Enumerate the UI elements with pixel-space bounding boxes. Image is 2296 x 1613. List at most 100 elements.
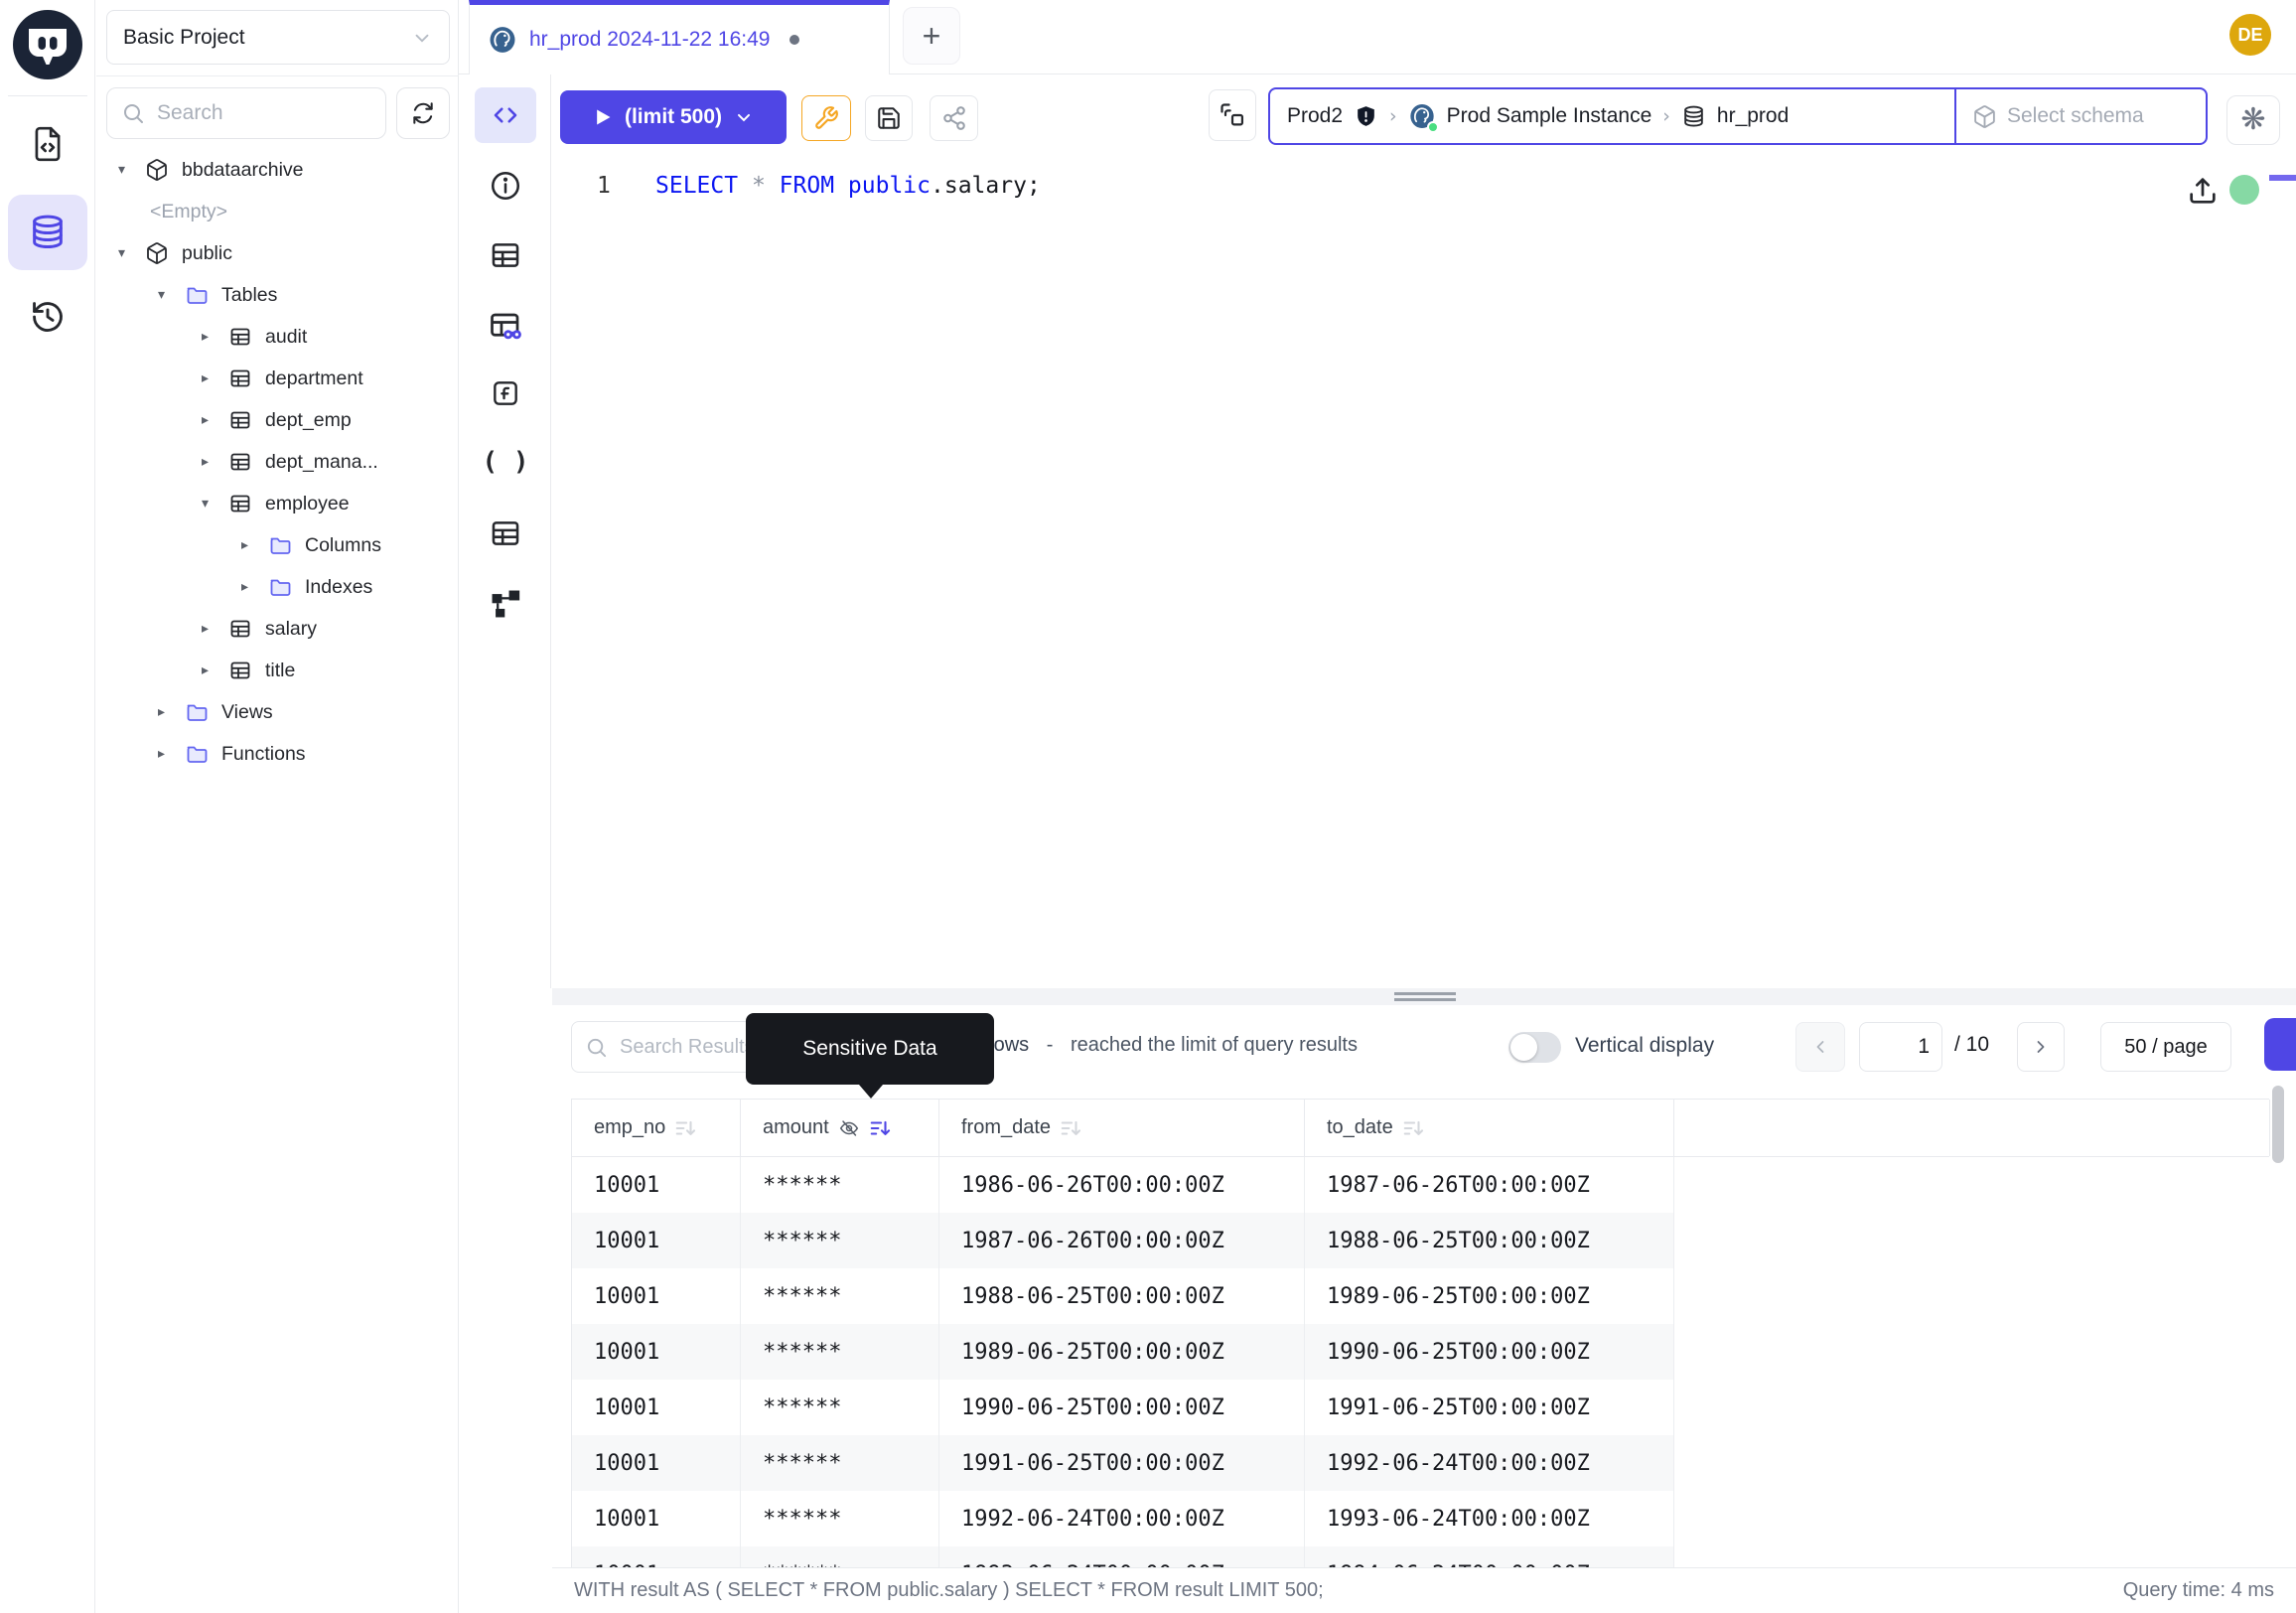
table-cell — [1674, 1157, 2269, 1213]
connection-button[interactable] — [1209, 89, 1256, 141]
page-size-select[interactable]: 50 / page — [2100, 1022, 2231, 1072]
upload-icon[interactable] — [2186, 173, 2220, 209]
new-tab-button[interactable]: + — [903, 7, 960, 65]
select-schema-button[interactable]: Select schema — [1954, 89, 2206, 143]
table-row[interactable]: 10001******1989-06-25T00:00:00Z1990-06-2… — [572, 1324, 2269, 1380]
schema-icon — [145, 158, 169, 182]
table-cell — [1674, 1324, 2269, 1380]
connection-icon — [1219, 101, 1246, 129]
tree-item-department[interactable]: ▸department — [96, 358, 459, 399]
table-cell — [1674, 1435, 2269, 1491]
tree-item-employee[interactable]: ▾employee — [96, 483, 459, 524]
search-icon — [585, 1036, 608, 1059]
app-rail — [0, 0, 95, 1613]
table-cell: 10001 — [572, 1324, 741, 1380]
table-row[interactable]: 10001******1992-06-24T00:00:00Z1993-06-2… — [572, 1491, 2269, 1546]
database-nav-button[interactable] — [8, 195, 87, 270]
column-header-empty — [1674, 1100, 2270, 1156]
sql-token: SELECT — [655, 173, 738, 199]
table-cell — [1674, 1380, 2269, 1435]
table-row[interactable]: 10001******1993-06-24T00:00:00Z1994-06-2… — [572, 1546, 2269, 1568]
table-cell — [1674, 1546, 2269, 1568]
format-sql-button[interactable] — [801, 95, 851, 141]
chevron-down-icon — [411, 27, 433, 49]
table-row[interactable]: 10001******1990-06-25T00:00:00Z1991-06-2… — [572, 1380, 2269, 1435]
tree-item-label: department — [265, 367, 363, 390]
tree-item-dept-mana[interactable]: ▸dept_mana... — [96, 441, 459, 483]
tree-item-title[interactable]: ▸title — [96, 650, 459, 691]
results-table-body: 10001******1986-06-26T00:00:00Z1987-06-2… — [572, 1157, 2269, 1568]
tab-hr-prod[interactable]: hr_prod 2024-11-22 16:49 — [469, 0, 890, 74]
next-page-button[interactable] — [2017, 1022, 2065, 1072]
panel-splitter[interactable] — [552, 988, 2296, 1005]
tree-item-tables[interactable]: ▾Tables — [96, 274, 459, 316]
column-header-amount[interactable]: amount — [741, 1100, 939, 1156]
sort-icon[interactable] — [1060, 1117, 1081, 1139]
code-panel-toggle[interactable] — [475, 87, 536, 143]
table-list-button[interactable] — [473, 235, 538, 275]
sheet-info-button[interactable] — [473, 166, 538, 206]
project-select[interactable]: Basic Project — [106, 10, 450, 65]
tree-item-functions[interactable]: ▸Functions — [96, 733, 459, 775]
data-search-button[interactable] — [473, 307, 538, 347]
avatar[interactable]: DE — [2229, 14, 2271, 56]
tree-item-empty[interactable]: <Empty> — [96, 191, 459, 232]
folder-icon — [185, 283, 209, 307]
tree-item-label: bbdataarchive — [182, 159, 304, 182]
tree-item-audit[interactable]: ▸audit — [96, 316, 459, 358]
table-cell: ****** — [741, 1380, 939, 1435]
run-query-button[interactable]: (limit 500) — [560, 90, 787, 144]
prev-page-button[interactable] — [1795, 1022, 1845, 1072]
ai-assistant-button[interactable]: ❋ — [2226, 95, 2280, 145]
table-row[interactable]: 10001******1986-06-26T00:00:00Z1987-06-2… — [572, 1157, 2269, 1213]
sql-token — [834, 173, 848, 199]
sort-icon[interactable] — [1402, 1117, 1424, 1139]
breadcrumb-separator: › — [1389, 105, 1397, 127]
page-number-input[interactable] — [1859, 1022, 1942, 1072]
column-header-from_date[interactable]: from_date — [939, 1100, 1305, 1156]
tree-item-public[interactable]: ▾public — [96, 232, 459, 274]
caret-right-icon: ▸ — [202, 662, 228, 678]
column-header-to_date[interactable]: to_date — [1305, 1100, 1674, 1156]
caret-right-icon: ▸ — [158, 704, 185, 720]
caret-right-icon: ▸ — [202, 454, 228, 470]
sort-icon[interactable] — [869, 1117, 891, 1139]
schema-diagram-button[interactable] — [473, 584, 538, 624]
tree-item-label: <Empty> — [150, 201, 227, 223]
worksheet-nav-button[interactable] — [8, 106, 87, 182]
table-row[interactable]: 10001******1987-06-26T00:00:00Z1988-06-2… — [572, 1213, 2269, 1268]
history-nav-button[interactable] — [8, 279, 87, 355]
tree-item-columns[interactable]: ▸Columns — [96, 524, 459, 566]
sql-editor[interactable]: 1 SELECT * FROM public.salary; — [551, 147, 2296, 988]
vertical-display-toggle[interactable] — [1508, 1032, 1561, 1063]
results-scrollbar[interactable] — [2272, 1086, 2284, 1163]
export-button[interactable] — [2264, 1018, 2296, 1071]
table-cell: 1989-06-25T00:00:00Z — [939, 1324, 1305, 1380]
table-icon — [228, 492, 252, 515]
tree-item-label: salary — [265, 618, 317, 641]
table-cell: 1990-06-25T00:00:00Z — [939, 1380, 1305, 1435]
tree-item-indexes[interactable]: ▸Indexes — [96, 566, 459, 608]
instance-label: Prod Sample Instance — [1447, 104, 1652, 128]
table-row[interactable]: 10001******1988-06-25T00:00:00Z1989-06-2… — [572, 1268, 2269, 1324]
tree-item-dept-emp[interactable]: ▸dept_emp — [96, 399, 459, 441]
sort-icon[interactable] — [674, 1117, 696, 1139]
save-button[interactable] — [865, 95, 913, 141]
tree-item-bbdataarchive[interactable]: ▾bbdataarchive — [96, 149, 459, 191]
parentheses-button[interactable]: ( ) — [473, 442, 538, 482]
sidebar-search[interactable] — [106, 87, 386, 139]
sidebar-search-input[interactable] — [155, 100, 371, 126]
tree-item-views[interactable]: ▸Views — [96, 691, 459, 733]
bytebase-logo[interactable] — [13, 10, 82, 79]
page-total: / 10 — [1954, 1033, 1989, 1057]
table-row[interactable]: 10001******1991-06-25T00:00:00Z1992-06-2… — [572, 1435, 2269, 1491]
column-header-emp_no[interactable]: emp_no — [572, 1100, 741, 1156]
refresh-button[interactable] — [396, 87, 450, 139]
tree-item-salary[interactable]: ▸salary — [96, 608, 459, 650]
connection-breadcrumb[interactable]: Prod2 › Prod Sample Instance › — [1268, 87, 2208, 145]
table-detail-button[interactable] — [473, 513, 538, 553]
function-button[interactable] — [473, 373, 538, 413]
table-icon — [228, 325, 252, 349]
vertical-display-label: Vertical display — [1575, 1034, 1714, 1058]
share-button[interactable] — [930, 95, 978, 141]
